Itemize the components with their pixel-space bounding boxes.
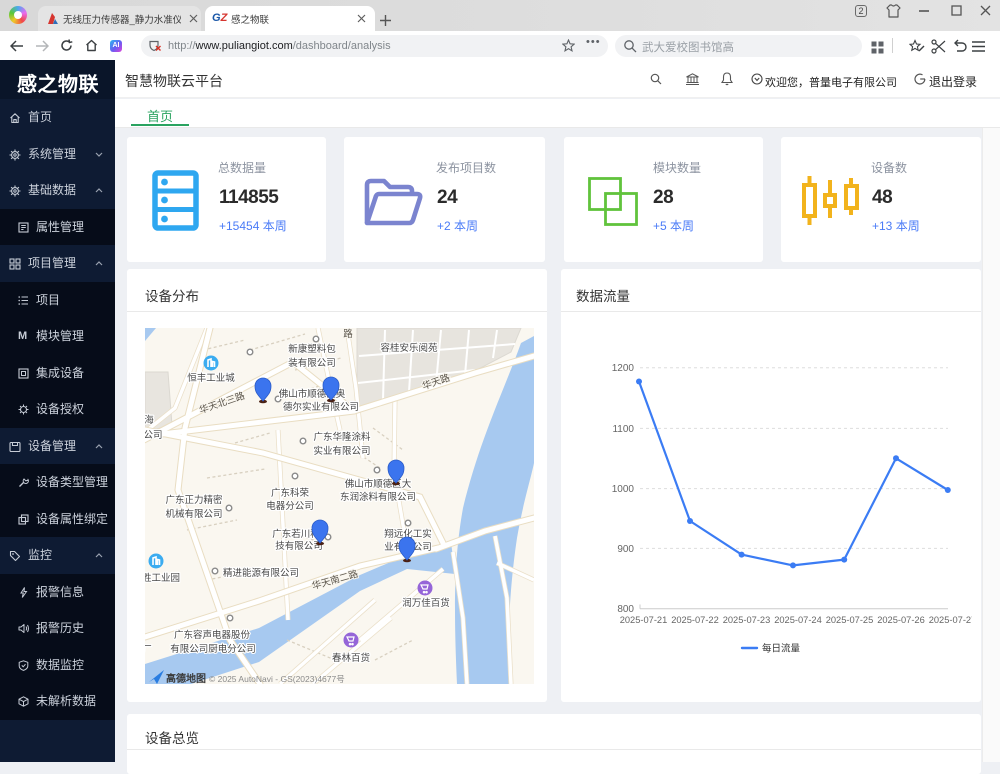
svg-text:2025-07-23: 2025-07-23 [723,615,771,625]
svg-text:电器分公司: 电器分公司 [266,500,314,512]
svg-text:新康塑料包: 新康塑料包 [288,343,336,355]
svg-text:广东科荣: 广东科荣 [271,487,310,499]
svg-text:广东正力精密: 广东正力精密 [165,494,223,506]
svg-text:路: 路 [343,328,353,340]
svg-text:高德地图: 高德地图 [166,672,206,684]
svg-text:海: 海 [145,414,154,426]
svg-text:1200: 1200 [612,363,635,374]
svg-text:春林百货: 春林百货 [332,652,370,664]
svg-text:精进能源有限公司: 精进能源有限公司 [223,567,299,579]
svg-text:2025-07-26: 2025-07-26 [877,615,925,625]
svg-text:东润涂料有限公司: 东润涂料有限公司 [340,491,416,503]
svg-text:© 2025 AutoNavi - GS(2023)4677: © 2025 AutoNavi - GS(2023)4677号 [209,674,345,684]
svg-text:厂: 厂 [145,645,152,656]
svg-text:容桂安乐阅苑: 容桂安乐阅苑 [380,342,438,354]
svg-text:润万佳百货: 润万佳百货 [402,597,450,609]
svg-text:公司: 公司 [145,430,163,441]
svg-text:2025-07-24: 2025-07-24 [774,615,822,625]
svg-text:实业有限公司: 实业有限公司 [313,445,370,457]
svg-text:1100: 1100 [612,424,634,435]
svg-text:2025-07-25: 2025-07-25 [826,615,874,625]
svg-text:技有限公司: 技有限公司 [275,540,323,552]
svg-text:2025-07-21: 2025-07-21 [620,615,668,625]
svg-text:机械有限公司: 机械有限公司 [165,508,222,520]
svg-text:900: 900 [617,544,634,555]
svg-text:恒丰工业城: 恒丰工业城 [187,372,235,384]
svg-text:2025-07-22: 2025-07-22 [671,615,719,625]
svg-text:1000: 1000 [612,484,635,495]
svg-text:2025-07-27: 2025-07-27 [929,615,972,625]
svg-text:每日流量: 每日流量 [762,643,801,655]
svg-text:800: 800 [617,604,634,615]
svg-text:广东华隆涂料: 广东华隆涂料 [313,431,371,443]
svg-text:广东容声电器股份: 广东容声电器股份 [174,629,251,641]
svg-text:装有限公司: 装有限公司 [288,357,336,369]
svg-text:胜工业园: 胜工业园 [145,573,180,584]
svg-text:德尔实业有限公司: 德尔实业有限公司 [283,401,359,413]
svg-text:有限公司厨电分公司: 有限公司厨电分公司 [170,643,256,655]
svg-text:佛山市顺德区大: 佛山市顺德区大 [345,478,412,490]
